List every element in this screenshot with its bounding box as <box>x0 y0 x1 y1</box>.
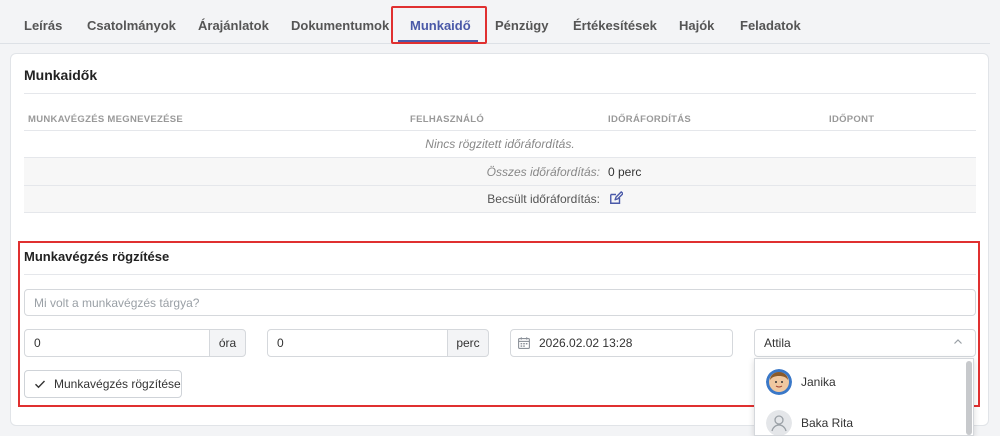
tab-bar: Leírás Csatolmányok Árajánlatok Dokument… <box>0 0 990 44</box>
calendar-icon <box>518 337 530 349</box>
subject-input[interactable]: Mi volt a munkavégzés tárgya? <box>24 289 976 316</box>
submit-worktime-label: Munkavégzés rögzítése <box>54 377 181 391</box>
tab-ertekesitesek[interactable]: Értékesítések <box>573 18 657 33</box>
estimated-time-label: Becsült időráfordítás: <box>487 192 600 206</box>
column-header-date[interactable]: IDŐPONT <box>829 114 874 125</box>
dropdown-scrollbar[interactable] <box>966 361 972 435</box>
check-icon <box>35 380 46 389</box>
divider <box>24 130 976 131</box>
tab-penzugy[interactable]: Pénzügy <box>495 18 548 33</box>
tab-hajok[interactable]: Hajók <box>679 18 714 33</box>
user-dropdown: Janika Baka Rita <box>754 358 974 436</box>
divider <box>24 93 976 94</box>
tab-leiras[interactable]: Leírás <box>24 18 62 33</box>
submit-worktime-button[interactable]: Munkavégzés rögzítése <box>24 370 182 398</box>
tab-dokumentumok[interactable]: Dokumentumok <box>291 18 389 33</box>
divider <box>24 212 976 213</box>
highlight-active-tab <box>391 6 487 44</box>
hours-input[interactable]: 0 <box>24 329 210 357</box>
dropdown-option-janika[interactable]: Janika <box>755 362 967 402</box>
dropdown-option-label: Baka Rita <box>801 416 854 430</box>
datetime-input[interactable]: 2026.02.02 13:28 <box>510 329 733 357</box>
column-header-name[interactable]: MUNKAVÉGZÉS MEGNEVEZÉSE <box>28 114 183 125</box>
tab-csatolmanyok[interactable]: Csatolmányok <box>87 18 176 33</box>
hours-unit-label: óra <box>209 329 246 357</box>
divider <box>24 274 976 275</box>
worktimes-title: Munkaidők <box>24 67 98 83</box>
empty-table-message: Nincs rögzitett időráfordítás. <box>425 137 575 151</box>
user-select[interactable]: Attila <box>754 329 976 357</box>
column-header-time-spent[interactable]: IDŐRÁFORDÍTÁS <box>608 114 691 125</box>
edit-icon[interactable] <box>609 191 623 205</box>
column-header-user[interactable]: FELHASZNÁLÓ <box>410 114 484 125</box>
user-placeholder-icon <box>766 410 792 435</box>
form-title: Munkavégzés rögzítése <box>24 249 170 264</box>
total-time-value: 0 perc <box>608 165 642 179</box>
minutes-unit-label: perc <box>447 329 489 357</box>
tab-arajanlatok[interactable]: Árajánlatok <box>198 18 269 33</box>
avatar <box>766 369 792 395</box>
dropdown-option-label: Janika <box>801 375 836 389</box>
total-time-label: Összes időráfordítás: <box>486 165 600 179</box>
minutes-input[interactable]: 0 <box>267 329 448 357</box>
tab-feladatok[interactable]: Feladatok <box>740 18 801 33</box>
chevron-up-icon[interactable] <box>953 337 963 347</box>
dropdown-option-baka-rita[interactable]: Baka Rita <box>755 403 967 435</box>
